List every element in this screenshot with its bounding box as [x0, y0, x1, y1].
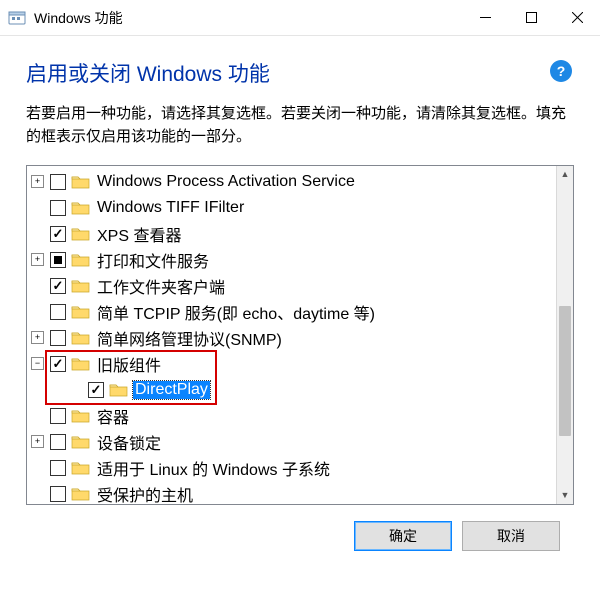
feature-label[interactable]: 打印和文件服务 [95, 248, 211, 272]
tree-node[interactable]: + 简单网络管理协议(SNMP) [27, 325, 573, 351]
feature-label[interactable]: 简单 TCPIP 服务(即 echo、daytime 等) [95, 300, 377, 324]
feature-label[interactable]: Windows TIFF IFilter [95, 199, 246, 217]
cancel-button[interactable]: 取消 [462, 521, 560, 551]
folder-icon [109, 382, 128, 397]
folder-icon [71, 434, 90, 449]
features-tree: + Windows Process Activation Service Windo… [26, 165, 574, 505]
feature-label[interactable]: 简单网络管理协议(SNMP) [95, 326, 284, 350]
feature-checkbox[interactable] [50, 460, 66, 476]
title-bar: Windows 功能 [0, 0, 600, 36]
feature-checkbox[interactable] [50, 486, 66, 502]
help-icon[interactable]: ? [550, 60, 572, 82]
feature-label[interactable]: 受保护的主机 [95, 482, 195, 505]
feature-label[interactable]: DirectPlay [133, 381, 210, 399]
tree-node[interactable]: − 旧版组件 [27, 351, 573, 377]
tree-node[interactable]: + Windows Process Activation Service [27, 169, 573, 195]
tree-node[interactable]: 适用于 Linux 的 Windows 子系统 [27, 455, 573, 481]
expand-icon[interactable]: + [31, 435, 44, 448]
folder-icon [71, 408, 90, 423]
scroll-down-icon[interactable]: ▼ [557, 487, 573, 504]
feature-label[interactable]: 设备锁定 [95, 430, 163, 454]
feature-label[interactable]: 容器 [95, 404, 131, 428]
collapse-icon[interactable]: − [31, 357, 44, 370]
feature-checkbox[interactable] [50, 226, 66, 242]
folder-icon [71, 486, 90, 501]
feature-label[interactable]: XPS 查看器 [95, 222, 183, 246]
feature-label[interactable]: 工作文件夹客户端 [95, 274, 227, 298]
feature-checkbox[interactable] [50, 200, 66, 216]
feature-checkbox[interactable] [50, 174, 66, 190]
feature-checkbox[interactable] [88, 382, 104, 398]
tree-node[interactable]: + 设备锁定 [27, 429, 573, 455]
scroll-up-icon[interactable]: ▲ [557, 166, 573, 183]
feature-checkbox[interactable] [50, 252, 66, 268]
close-button[interactable] [554, 0, 600, 35]
window-title: Windows 功能 [34, 8, 462, 28]
dialog-description: 若要启用一种功能，请选择其复选框。若要关闭一种功能，请清除其复选框。填充的框表示… [26, 102, 574, 149]
app-icon [8, 9, 26, 27]
tree-node[interactable]: 受保护的主机 [27, 481, 573, 505]
folder-icon [71, 304, 90, 319]
folder-icon [71, 226, 90, 241]
dialog-button-row: 确定 取消 [26, 505, 574, 551]
feature-checkbox[interactable] [50, 304, 66, 320]
feature-label[interactable]: 适用于 Linux 的 Windows 子系统 [95, 456, 332, 480]
feature-checkbox[interactable] [50, 408, 66, 424]
minimize-button[interactable] [462, 0, 508, 35]
folder-icon [71, 200, 90, 215]
tree-node[interactable]: XPS 查看器 [27, 221, 573, 247]
expand-icon[interactable]: + [31, 175, 44, 188]
tree-node[interactable]: 工作文件夹客户端 [27, 273, 573, 299]
tree-node[interactable]: DirectPlay [27, 377, 573, 403]
scroll-thumb[interactable] [559, 306, 571, 436]
dialog-content: 启用或关闭 Windows 功能 ? 若要启用一种功能，请选择其复选框。若要关闭… [0, 36, 600, 551]
tree-node[interactable]: + 打印和文件服务 [27, 247, 573, 273]
maximize-button[interactable] [508, 0, 554, 35]
feature-label[interactable]: Windows Process Activation Service [95, 173, 357, 191]
folder-icon [71, 278, 90, 293]
ok-button[interactable]: 确定 [354, 521, 452, 551]
feature-checkbox[interactable] [50, 330, 66, 346]
folder-icon [71, 252, 90, 267]
tree-node[interactable]: 简单 TCPIP 服务(即 echo、daytime 等) [27, 299, 573, 325]
tree-node[interactable]: Windows TIFF IFilter [27, 195, 573, 221]
window-controls [462, 0, 600, 35]
expand-icon[interactable]: + [31, 331, 44, 344]
feature-label[interactable]: 旧版组件 [95, 352, 163, 376]
tree-node[interactable]: 容器 [27, 403, 573, 429]
dialog-heading: 启用或关闭 Windows 功能 [26, 58, 550, 88]
folder-icon [71, 174, 90, 189]
feature-checkbox[interactable] [50, 434, 66, 450]
feature-checkbox[interactable] [50, 356, 66, 372]
folder-icon [71, 330, 90, 345]
vertical-scrollbar[interactable]: ▲ ▼ [556, 166, 573, 504]
expand-icon[interactable]: + [31, 253, 44, 266]
feature-checkbox[interactable] [50, 278, 66, 294]
folder-icon [71, 460, 90, 475]
folder-icon [71, 356, 90, 371]
